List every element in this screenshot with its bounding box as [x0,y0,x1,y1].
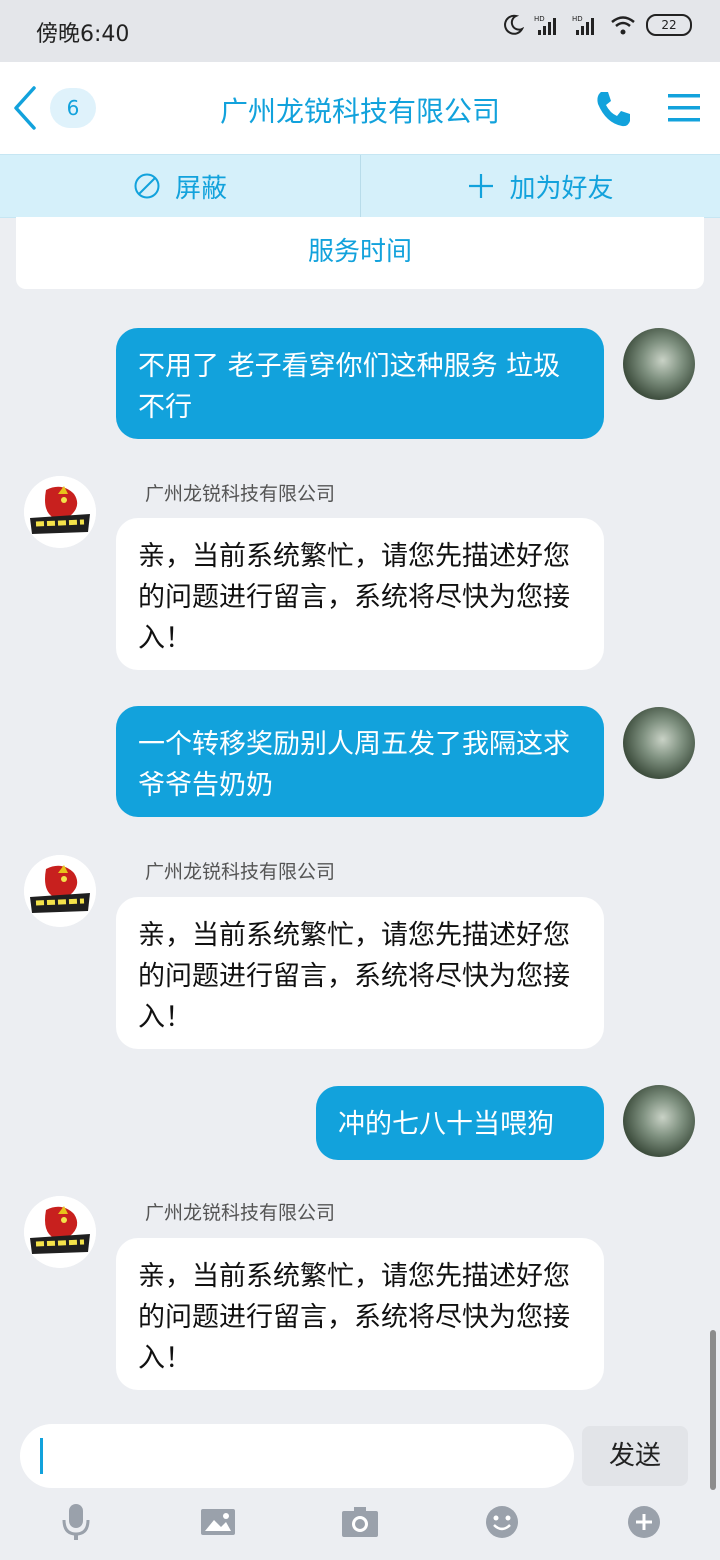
status-bar: 傍晚6:40 HD HD 22 [0,0,720,62]
sender-name: 广州龙锐科技有限公司 [145,861,336,883]
company-avatar[interactable] [24,476,96,548]
plus-icon [469,174,494,198]
menu-icon[interactable] [666,90,702,126]
message-bubble-incoming: 亲，当前系统繁忙，请您先描述好您的问题进行留言，系统将尽快为您接入！ [116,518,604,670]
block-icon [134,173,160,199]
company-avatar[interactable] [24,855,96,927]
add-friend-button[interactable]: 加为好友 [361,155,720,217]
svg-text:HD: HD [572,15,583,23]
dragon-logo-icon [24,476,96,548]
microphone-icon[interactable] [56,1500,96,1544]
image-icon[interactable] [198,1500,238,1544]
service-time-link[interactable]: 服务时间 [16,231,704,268]
dragon-logo-icon [24,1196,96,1268]
block-button[interactable]: 屏蔽 [0,155,360,217]
message-bubble-incoming: 亲，当前系统繁忙，请您先描述好您的问题进行留言，系统将尽快为您接入！ [116,897,604,1049]
emoji-icon[interactable] [482,1500,522,1544]
status-time: 傍晚6:40 [36,22,130,47]
send-button[interactable]: 发送 [582,1426,688,1486]
camera-icon[interactable] [340,1500,380,1544]
message-bubble-outgoing: 不用了 老子看穿你们这种服务 垃圾不行 [116,328,604,439]
chat-header: 6 广州龙锐科技有限公司 [0,62,720,154]
service-time-card: 服务时间 [16,217,704,289]
phone-icon[interactable] [592,88,634,130]
add-friend-label: 加为好友 [509,173,614,204]
action-bar: 屏蔽 加为好友 [0,154,720,218]
message-bubble-outgoing: 一个转移奖励别人周五发了我隔这求爷爷告奶奶 [116,706,604,817]
sender-name: 广州龙锐科技有限公司 [145,483,336,505]
signal-icon: HD [572,15,594,35]
scrollbar[interactable] [710,1330,716,1490]
company-avatar[interactable] [24,1196,96,1268]
message-bubble-incoming: 亲，当前系统繁忙，请您先描述好您的问题进行留言，系统将尽快为您接入！ [116,1238,604,1390]
message-bubble-outgoing: 冲的七八十当喂狗 [316,1086,604,1160]
dragon-logo-icon [24,855,96,927]
message-input[interactable] [20,1424,574,1488]
sender-name: 广州龙锐科技有限公司 [145,1202,336,1224]
battery-indicator: 22 [646,14,692,36]
text-cursor [40,1438,43,1474]
status-icons: HD HD 22 [502,14,692,36]
signal-icon: HD [534,15,556,35]
plus-icon[interactable] [624,1500,664,1544]
wifi-icon [611,16,635,35]
moon-icon [504,14,524,35]
svg-text:HD: HD [534,15,545,23]
user-avatar[interactable] [623,328,695,400]
user-avatar[interactable] [623,707,695,779]
user-avatar[interactable] [623,1085,695,1157]
block-label: 屏蔽 [174,173,227,204]
